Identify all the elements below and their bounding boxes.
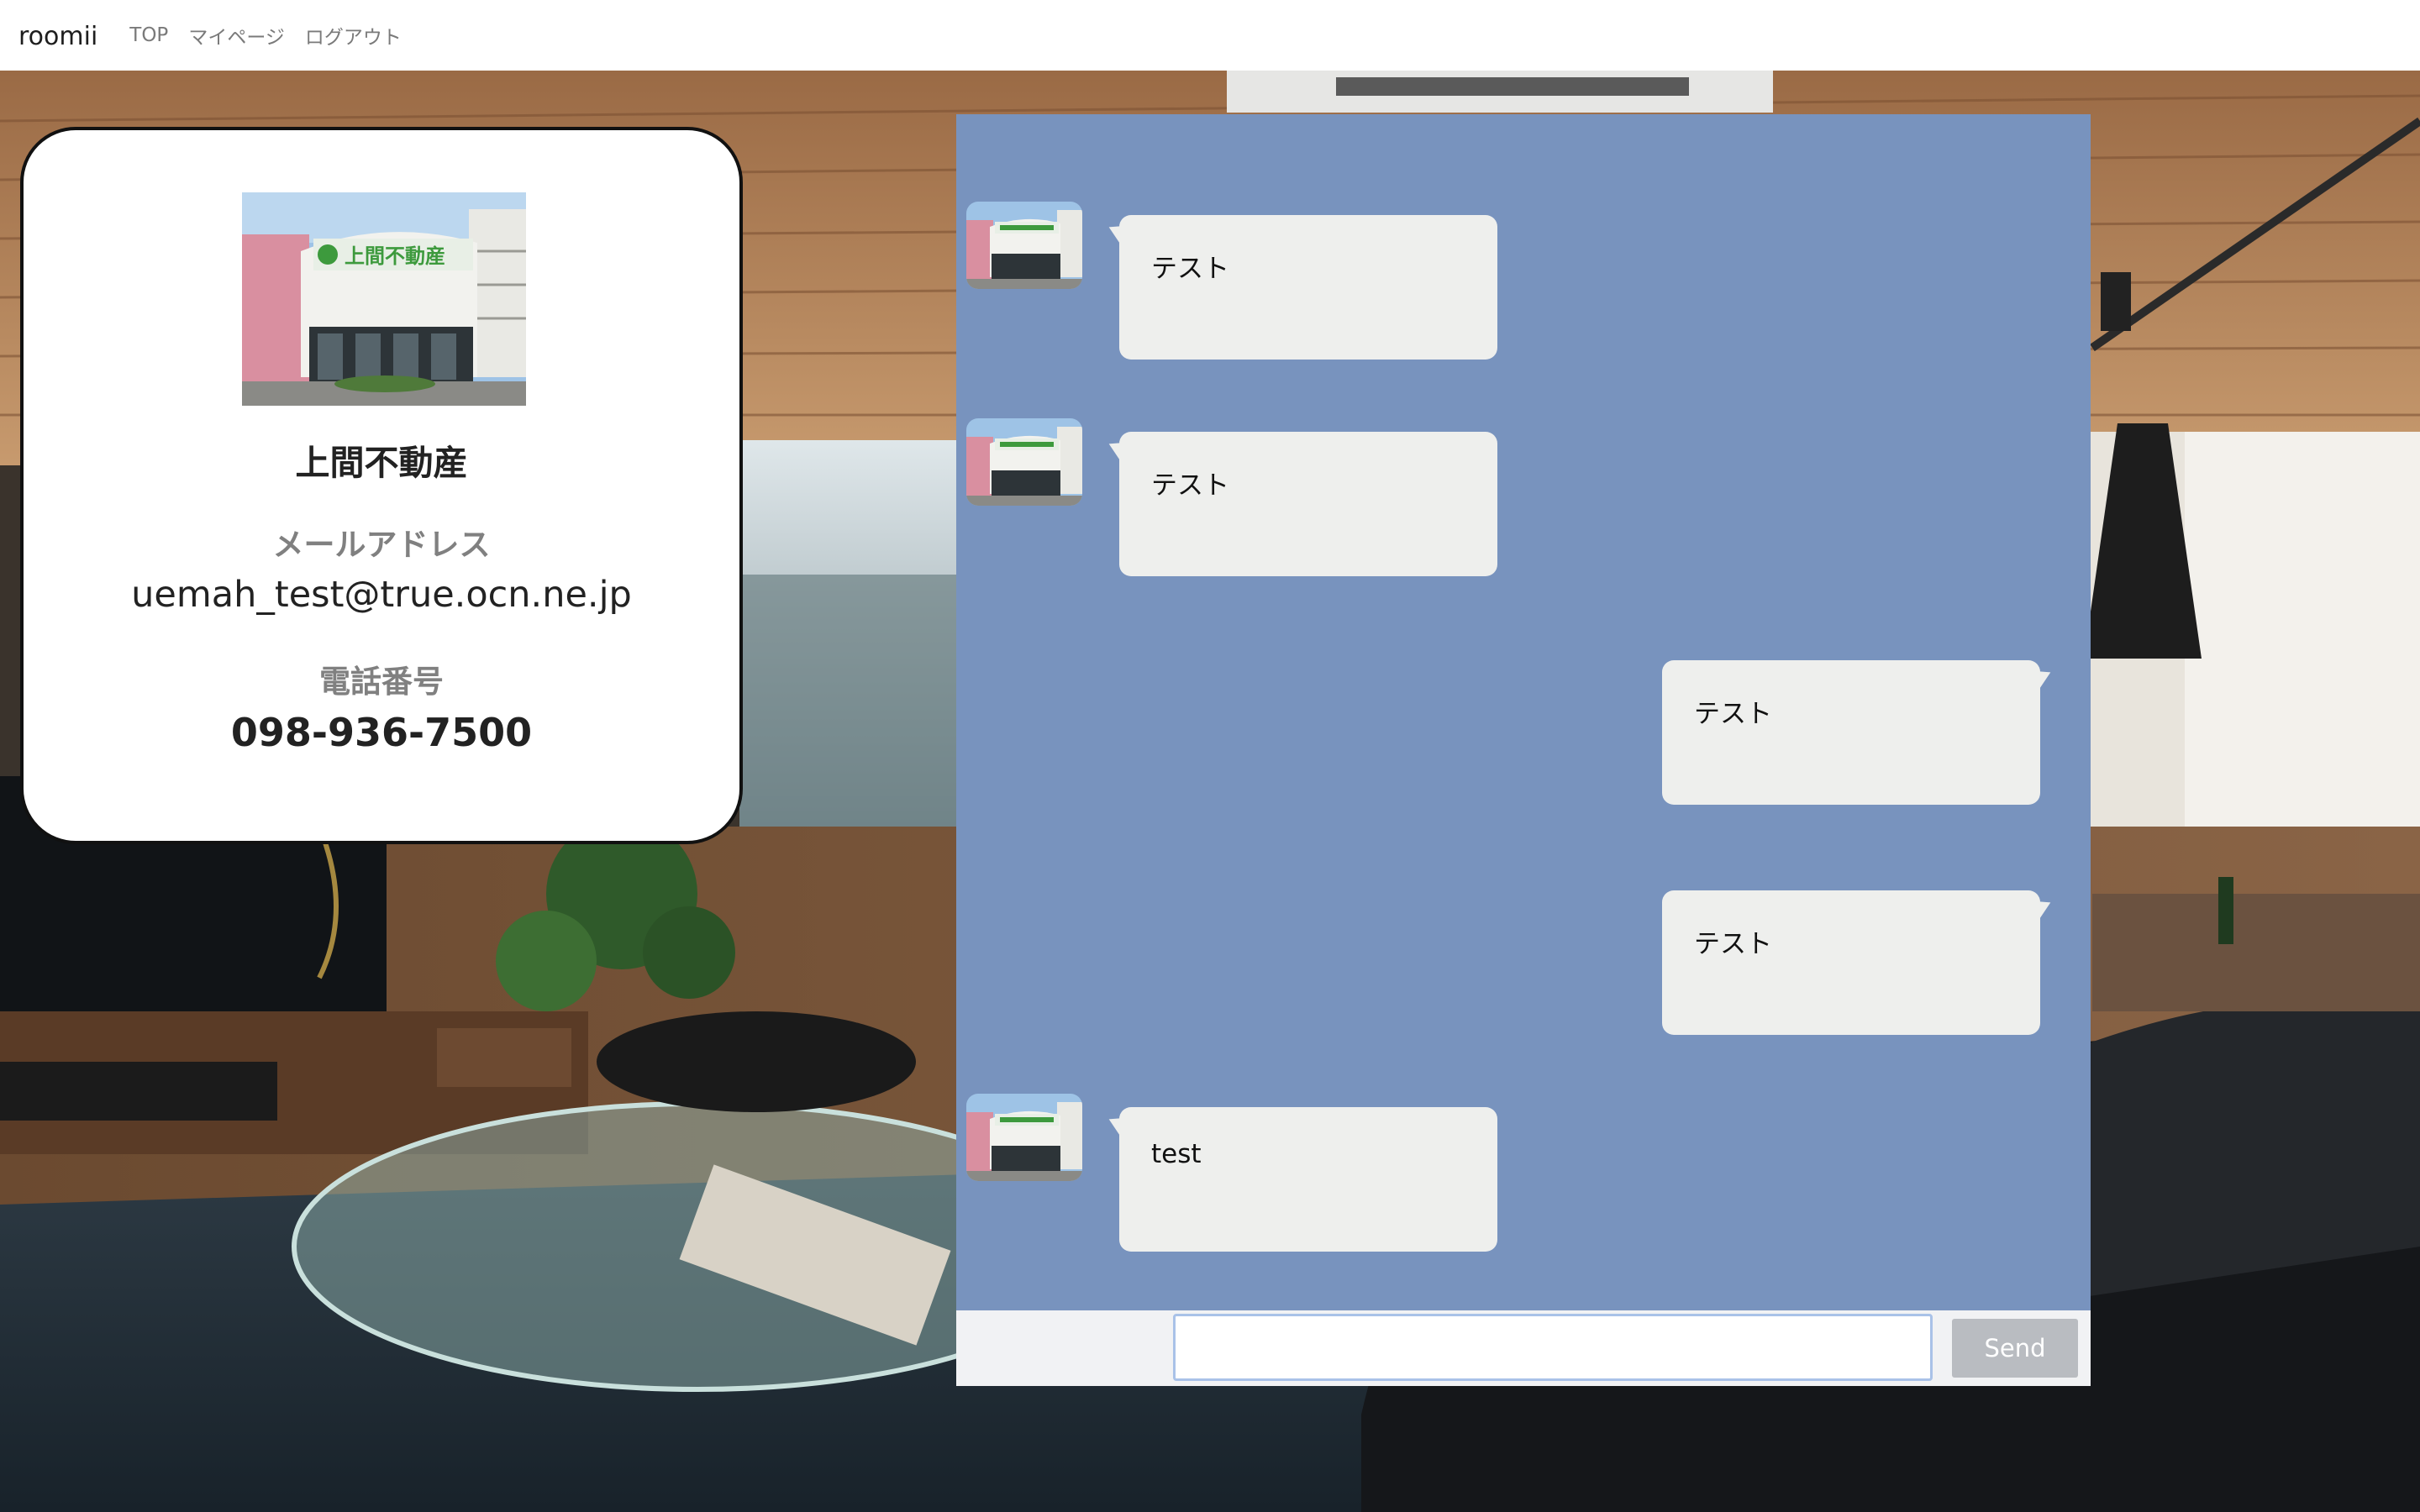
nav-link-top[interactable]: TOP — [129, 24, 168, 46]
company-name: 上間不動産 — [295, 443, 468, 483]
brand-logo[interactable]: roomii — [18, 22, 97, 51]
company-sign-text: 上間不動産 — [345, 244, 445, 268]
company-avatar — [966, 418, 1082, 506]
message-bubble: test — [1119, 1107, 1497, 1252]
send-button[interactable]: Send — [1952, 1319, 2078, 1378]
company-avatar — [966, 1094, 1082, 1181]
nav-link-logout[interactable]: ログアウト — [305, 21, 402, 50]
message-bubble: テスト — [1662, 890, 2040, 1035]
email-label: メールアドレス — [272, 527, 491, 563]
message-bubble: テスト — [1119, 215, 1497, 360]
phone-label: 電話番号 — [319, 664, 444, 700]
message-bubble: テスト — [1119, 432, 1497, 576]
phone-value: 098-936-7500 — [230, 710, 533, 755]
company-profile-card: 上間不動産 上間不動産 メールアドレス uemah_test@true.ocn.… — [20, 127, 743, 844]
message-input[interactable] — [1173, 1314, 1933, 1381]
chat-panel: テスト テスト テスト テスト test Send — [956, 114, 2091, 1386]
message-bubble: テスト — [1662, 660, 2040, 805]
company-avatar — [966, 202, 1082, 289]
message-input-bar: Send — [956, 1310, 2091, 1386]
navbar: roomii TOP マイページ ログアウト — [0, 0, 2420, 71]
nav-link-mypage[interactable]: マイページ — [188, 21, 285, 50]
company-photo: 上間不動産 — [242, 192, 526, 406]
email-value: uemah_test@true.ocn.ne.jp — [131, 574, 632, 616]
